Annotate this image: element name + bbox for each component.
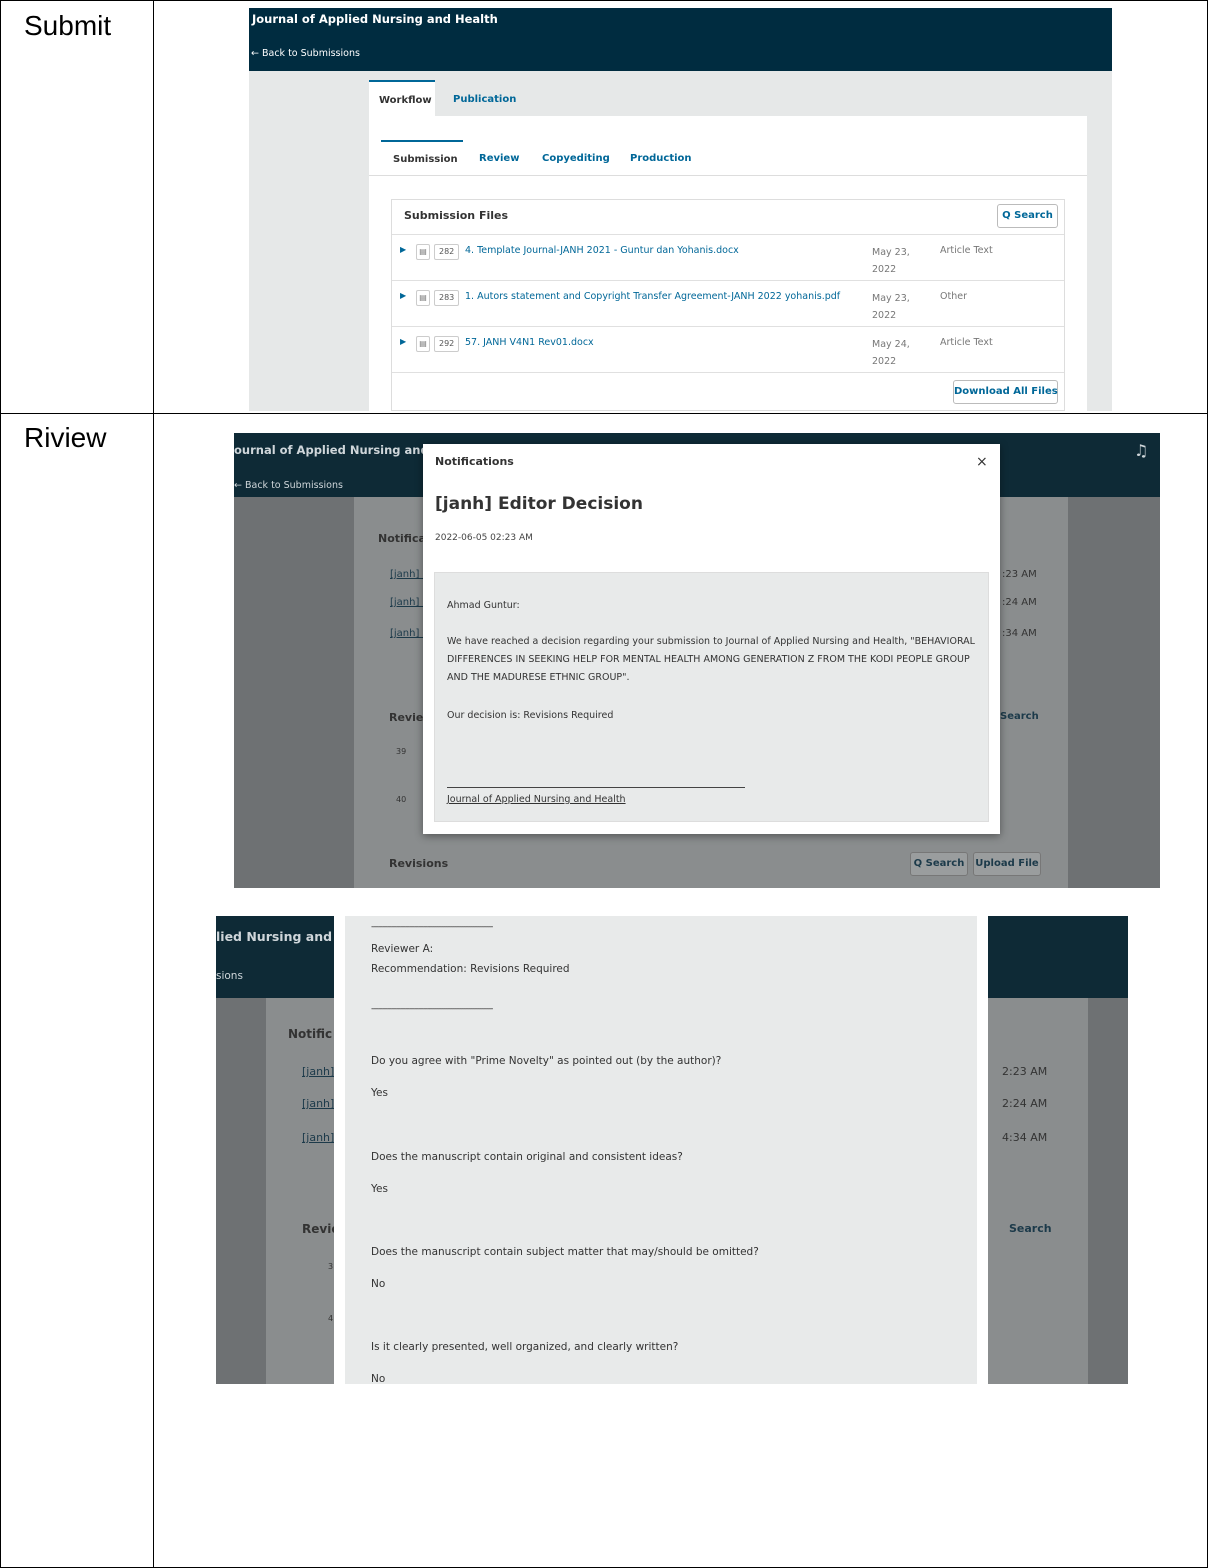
tab-publication[interactable]: Publication — [453, 94, 516, 105]
document-icon: ▤ — [416, 244, 430, 260]
salutation: Ahmad Guntur: — [447, 600, 520, 611]
separator-line: ----------------------------------------… — [371, 1004, 493, 1014]
review-question: Does the manuscript contain subject matt… — [371, 1246, 759, 1258]
pdf-icon: ▤ — [416, 290, 430, 306]
tab-copyediting[interactable]: Copyediting — [542, 153, 610, 164]
table-border-left — [0, 0, 1, 1568]
tabs-divider — [369, 175, 1087, 176]
row-label-submit: Submit — [24, 10, 112, 41]
bg-notification-time: 2:23 AM — [1002, 1065, 1048, 1078]
journal-title[interactable]: Journal of Applied Nursing and Health — [252, 12, 498, 26]
file-name-link[interactable]: 4. Template Journal-JANH 2021 - Guntur d… — [465, 245, 739, 256]
bg-notification-time: :34 AM — [1002, 628, 1037, 639]
bg-file-id: 40 — [396, 795, 407, 804]
journal-signature-link[interactable]: Journal of Applied Nursing and Health — [447, 791, 626, 809]
review-answer: No — [371, 1373, 386, 1384]
files-footer-divider — [392, 372, 1064, 373]
decision-paragraph: We have reached a decision regarding you… — [447, 636, 975, 683]
decision-statement: Our decision is: Revisions Required — [447, 710, 614, 721]
notification-title: [janh] Editor Decision — [435, 494, 643, 514]
file-name-link[interactable]: 1. Autors statement and Copyright Transf… — [465, 291, 840, 302]
editor-decision-screenshot: ournal of Applied Nursing and H ← Back t… — [234, 433, 1160, 888]
reviewer-label: Reviewer A: — [371, 943, 434, 955]
review-question: Does the manuscript contain original and… — [371, 1151, 683, 1163]
file-type: Article Text — [940, 245, 993, 256]
review-answer: Yes — [371, 1087, 388, 1099]
search-button[interactable]: Q Search — [997, 204, 1058, 228]
notification-body: ----------------------------------------… — [345, 916, 977, 1384]
table-border-top — [0, 0, 1208, 1]
bg-file-id: 39 — [396, 747, 407, 756]
bg-notifications-heading: Notifica — [378, 532, 426, 545]
review-question: Is it clearly presented, well organized,… — [371, 1341, 679, 1353]
modal-header-title: Notifications — [435, 455, 514, 468]
bg-search-button: Search — [1009, 1222, 1052, 1235]
bg-file-id: 3 — [328, 1262, 334, 1271]
review-question: Do you agree with "Prime Novelty" as poi… — [371, 1055, 722, 1067]
submission-workflow-screenshot: Journal of Applied Nursing and Health ← … — [249, 8, 1112, 411]
file-row[interactable]: ▶ ▤ 292 57. JANH V4N1 Rev01.docx May 24,… — [392, 326, 1064, 372]
file-name-link[interactable]: 57. JANH V4N1 Rev01.docx — [465, 337, 594, 348]
expand-arrow-icon[interactable]: ▶ — [400, 245, 406, 254]
separator-line: ----------------------------------------… — [371, 922, 493, 932]
back-to-submissions-link: sions — [216, 970, 243, 982]
bg-notification-link: [janh] — [302, 1097, 335, 1110]
file-id: 283 — [434, 290, 460, 306]
back-to-submissions-link: ← Back to Submissions — [234, 480, 343, 491]
bg-notifications-heading: Notific — [288, 1027, 333, 1041]
tab-review[interactable]: Review — [479, 153, 519, 164]
tab-submission[interactable]: Submission — [381, 140, 463, 177]
back-to-submissions-link[interactable]: ← Back to Submissions — [251, 48, 360, 59]
document-icon: ▤ — [416, 336, 430, 352]
bg-notification-link: [janh] — [302, 1065, 335, 1078]
file-row[interactable]: ▶ ▤ 282 4. Template Journal-JANH 2021 - … — [392, 234, 1064, 280]
notification-modal: Notifications × [janh] Editor Decision 2… — [423, 444, 1000, 834]
review-answer: No — [371, 1278, 386, 1290]
tab-production[interactable]: Production — [630, 153, 692, 164]
file-type: Other — [940, 291, 967, 302]
download-all-files-button[interactable]: Download All Files — [953, 380, 1058, 404]
file-type: Article Text — [940, 337, 993, 348]
table-row-divider — [0, 413, 1208, 414]
notification-body: Ahmad Guntur: We have reached a decision… — [434, 572, 989, 822]
bell-icon[interactable]: ♫ — [1134, 441, 1148, 460]
bg-notification-time: 2:24 AM — [1002, 1097, 1048, 1110]
tab-workflow[interactable]: Workflow — [369, 80, 435, 117]
revisions-heading: Revisions — [389, 857, 449, 870]
file-id: 292 — [434, 336, 460, 352]
notification-modal: ----------------------------------------… — [334, 916, 988, 1384]
revisions-search-button: Q Search — [910, 852, 968, 876]
file-date: May 23, 2022 — [872, 247, 910, 275]
panel-title: Submission Files — [404, 209, 509, 222]
journal-title: lied Nursing and H — [216, 929, 347, 944]
file-id: 282 — [434, 244, 460, 260]
bg-file-id: 4 — [328, 1314, 334, 1323]
notification-datetime: 2022-06-05 02:23 AM — [435, 533, 533, 543]
bg-search-button: Search — [1000, 711, 1039, 722]
file-date: May 23, 2022 — [872, 293, 910, 321]
close-icon[interactable]: × — [976, 454, 988, 470]
file-row[interactable]: ▶ ▤ 283 1. Autors statement and Copyrigh… — [392, 280, 1064, 326]
recommendation: Recommendation: Revisions Required — [371, 963, 570, 975]
bg-notification-time: 4:34 AM — [1002, 1131, 1048, 1144]
expand-arrow-icon[interactable]: ▶ — [400, 337, 406, 346]
journal-title: ournal of Applied Nursing and H — [234, 443, 443, 457]
file-date: May 24, 2022 — [872, 339, 910, 367]
signature-rule — [447, 787, 745, 788]
row-label-review: Riview — [24, 422, 107, 453]
bg-notification-link: [janh] — [302, 1131, 335, 1144]
bg-notification-time: :24 AM — [1002, 597, 1037, 608]
reviewer-comments-screenshot: lied Nursing and H sions Notific [janh] … — [216, 916, 1128, 1384]
bg-notification-time: :23 AM — [1002, 569, 1037, 580]
expand-arrow-icon[interactable]: ▶ — [400, 291, 406, 300]
table-column-divider — [153, 0, 154, 1568]
review-answer: Yes — [371, 1183, 388, 1195]
upload-file-button: Upload File — [973, 852, 1041, 876]
site-header: Journal of Applied Nursing and Health ← … — [249, 8, 1112, 71]
